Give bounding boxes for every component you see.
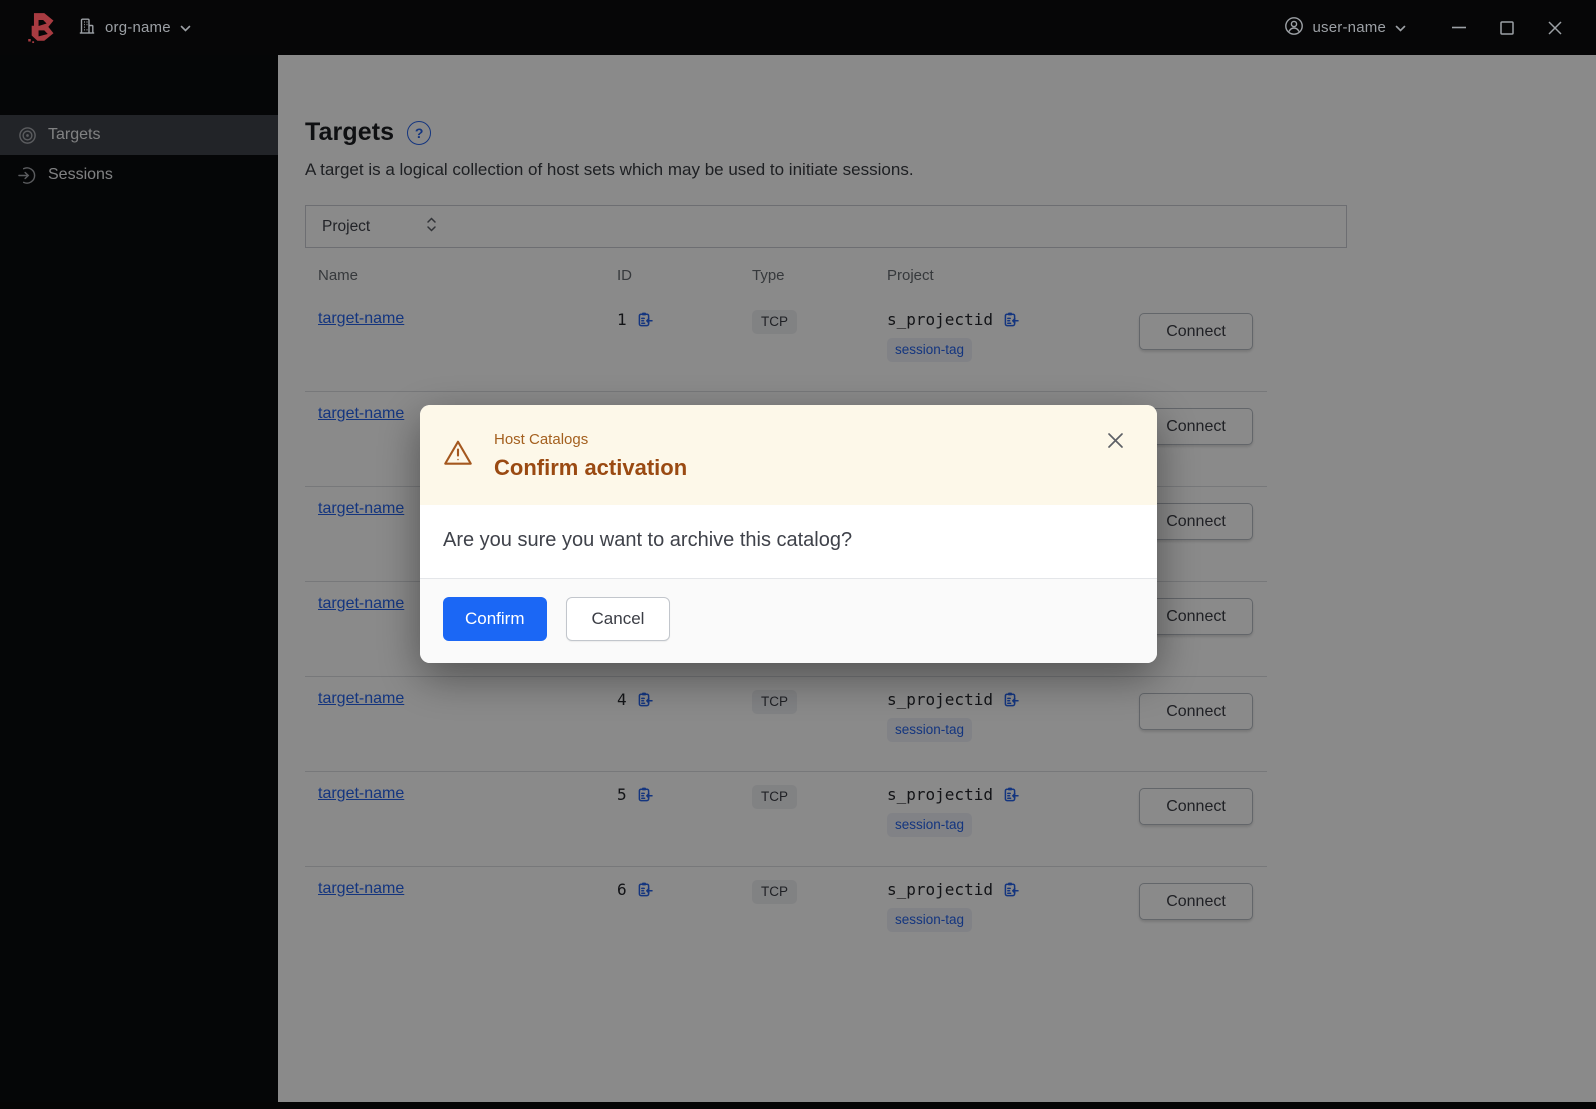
dialog-close-icon[interactable] — [1105, 430, 1125, 450]
titlebar: org-name user-name — [0, 0, 1596, 55]
dialog-context-label: Host Catalogs — [494, 431, 589, 448]
user-menu[interactable]: user-name — [1284, 16, 1407, 40]
dialog-footer: Confirm Cancel — [420, 578, 1157, 663]
boundary-logo — [28, 12, 56, 43]
chevron-down-icon — [1395, 19, 1406, 36]
dialog-body-text: Are you sure you want to archive this ca… — [443, 529, 853, 551]
window-maximize-button[interactable] — [1496, 17, 1518, 39]
user-icon — [1284, 16, 1304, 40]
chevron-down-icon — [180, 19, 191, 36]
user-name-label: user-name — [1312, 19, 1386, 36]
window-close-button[interactable] — [1544, 17, 1566, 39]
window-minimize-button[interactable] — [1448, 17, 1470, 39]
cancel-button[interactable]: Cancel — [565, 597, 671, 641]
org-name-label: org-name — [105, 19, 171, 36]
warning-triangle-icon — [443, 439, 473, 481]
dialog-header: Host Catalogs Confirm activation — [420, 405, 1157, 505]
org-switcher[interactable]: org-name — [78, 17, 191, 39]
org-building-icon — [78, 17, 96, 39]
confirm-button[interactable]: Confirm — [443, 597, 547, 641]
confirm-dialog: Host Catalogs Confirm activation Are you… — [420, 405, 1157, 663]
dialog-title: Confirm activation — [494, 455, 688, 480]
